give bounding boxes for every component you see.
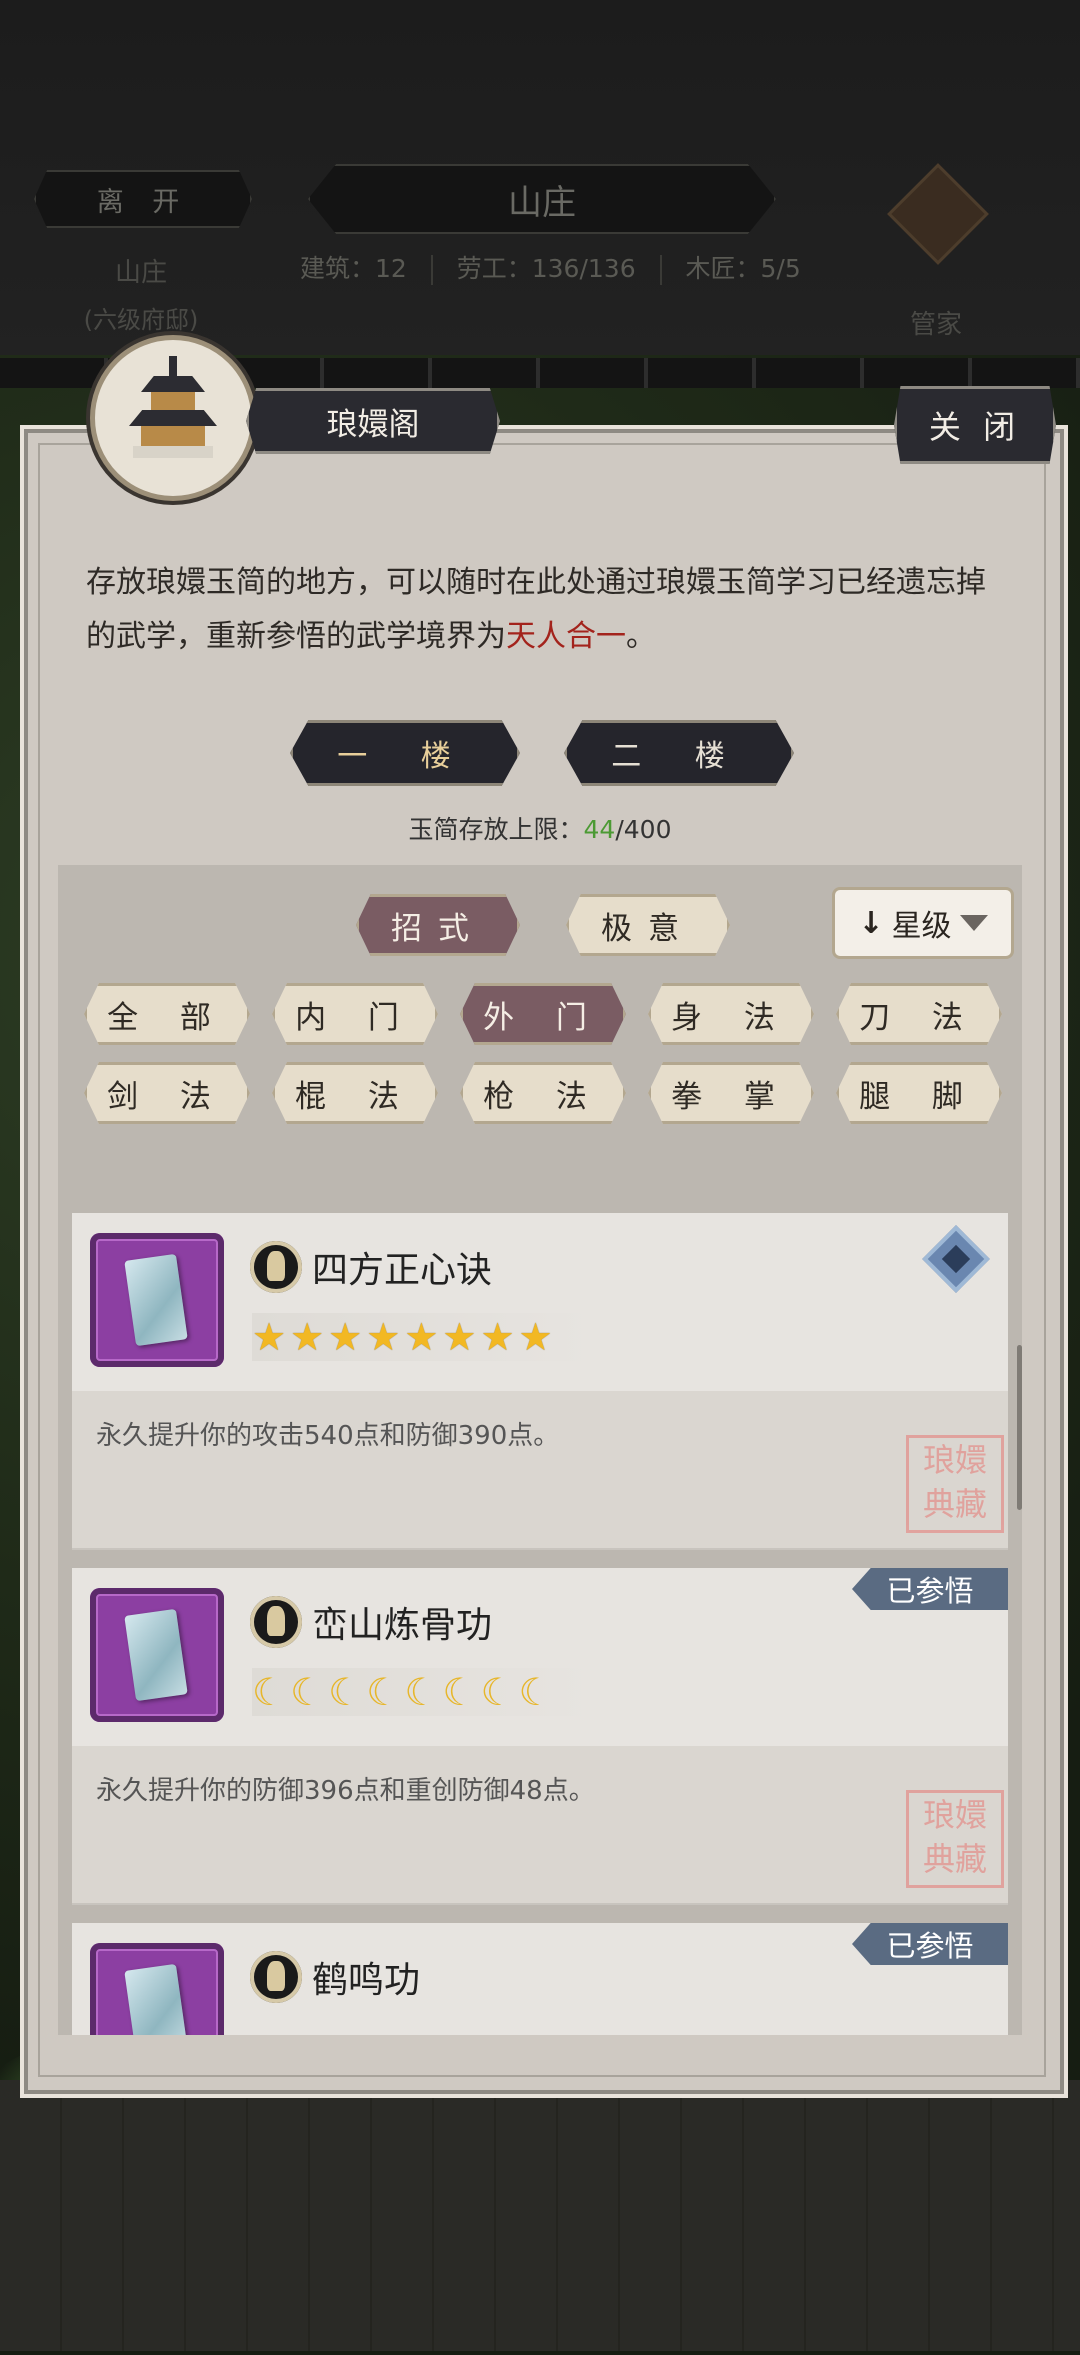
leave-button[interactable]: 离 开: [34, 170, 252, 228]
location-level: (六级府邸): [83, 306, 199, 334]
realm-highlight: 天人合一: [506, 619, 626, 654]
stat-buildings: 建筑：12: [300, 254, 407, 283]
moon-icon: ☾: [404, 1670, 439, 1714]
moon-icon: ☾: [518, 1670, 553, 1714]
collection-seal-icon: 琅嬛 典藏: [906, 1435, 1004, 1533]
category-fist[interactable]: 拳 掌: [648, 1062, 814, 1124]
category-spear[interactable]: 枪 法: [460, 1062, 626, 1124]
comprehended-badge: 已参悟: [852, 1923, 1008, 1965]
star-icon: ★: [404, 1315, 439, 1359]
school-emblem-icon: [250, 1596, 302, 1648]
stat-laborers: 劳工：136/136: [456, 254, 636, 283]
skill-card[interactable]: 四方正心诀 ★ ★ ★ ★ ★ ★ ★ ★ 永久提升你的攻击540点和防御390…: [72, 1213, 1008, 1550]
star-icon: ★: [290, 1315, 325, 1359]
school-emblem-icon: [250, 1241, 302, 1293]
pavilion-description: 存放琅嬛玉简的地方，可以随时在此处通过琅嬛玉简学习已经遗忘掉的武学，重新参悟的武…: [86, 565, 986, 654]
category-blade[interactable]: 刀 法: [836, 983, 1002, 1045]
star-icon: ★: [252, 1315, 287, 1359]
skill-name: 峦山炼骨功: [312, 1605, 493, 1646]
courtyard-floor: [0, 2080, 1080, 2351]
comprehended-badge: 已参悟: [852, 1568, 1008, 1610]
category-all[interactable]: 全 部: [84, 983, 250, 1045]
category-inner[interactable]: 内 门: [272, 983, 438, 1045]
category-sword[interactable]: 剑 法: [84, 1062, 250, 1124]
page-title: 山庄: [308, 164, 776, 234]
chevron-down-icon: [959, 915, 988, 931]
moon-icon: ☾: [290, 1670, 325, 1714]
school-emblem-icon: [250, 1951, 302, 2003]
sort-label: 星级: [891, 909, 952, 944]
tab-ultimate[interactable]: 极意: [566, 894, 730, 956]
moon-icon: ☾: [252, 1670, 287, 1714]
category-leg[interactable]: 腿 脚: [836, 1062, 1002, 1124]
skill-name: 四方正心诀: [312, 1250, 493, 1291]
stat-carpenters: 木匠：5/5: [685, 254, 801, 283]
panel-title: 琅嬛阁: [246, 388, 500, 454]
moon-icon: ☾: [366, 1670, 401, 1714]
close-label: 关 闭: [928, 408, 1022, 446]
estate-stats: 建筑：12 劳工：136/136 木匠：5/5: [300, 252, 801, 286]
pavilion-icon: [90, 335, 256, 501]
stat-divider: [430, 255, 433, 285]
list-scrollbar[interactable]: [1017, 1345, 1022, 1510]
collection-seal-icon: 琅嬛 典藏: [906, 1790, 1004, 1888]
jade-slip-icon: [90, 1588, 224, 1722]
jade-slip-icon: [90, 1233, 224, 1367]
steward-button[interactable]: 管家: [887, 163, 989, 340]
close-button[interactable]: 关 闭: [894, 386, 1056, 464]
star-icon: ★: [518, 1315, 553, 1359]
star-icon: ★: [366, 1315, 401, 1359]
moon-icon: ☾: [480, 1670, 515, 1714]
skill-name: 鹤鸣功: [312, 1960, 421, 2001]
capacity-text: 玉简存放上限：44/400: [408, 815, 672, 844]
tab-moves[interactable]: 招式: [356, 894, 520, 956]
moon-icon: ☾: [328, 1670, 363, 1714]
capacity-current: 44: [583, 815, 616, 844]
jade-slip-icon: [90, 1943, 224, 2035]
stat-divider: [659, 255, 662, 285]
moon-icon: ☾: [442, 1670, 477, 1714]
category-staff[interactable]: 棍 法: [272, 1062, 438, 1124]
star-icon: ★: [328, 1315, 363, 1359]
star-icon: ★: [442, 1315, 477, 1359]
skill-card[interactable]: 峦山炼骨功 ☾ ☾ ☾ ☾ ☾ ☾ ☾ ☾ 已参悟 永久提升你的防御396点和重…: [72, 1568, 1008, 1905]
manual-icon[interactable]: [922, 1225, 990, 1293]
steward-label: 管家: [909, 310, 962, 340]
star-rating: ★ ★ ★ ★ ★ ★ ★ ★: [252, 1313, 593, 1361]
category-movement[interactable]: 身 法: [648, 983, 814, 1045]
skill-description: 永久提升你的攻击540点和防御390点。: [96, 1421, 560, 1451]
arrow-down-icon: ↓: [858, 905, 884, 941]
floor-1-button[interactable]: 一 楼: [290, 720, 520, 786]
abacus-icon: [887, 163, 989, 265]
leave-label: 离 开: [96, 186, 190, 218]
sort-dropdown[interactable]: ↓ 星级: [832, 887, 1014, 959]
category-outer[interactable]: 外 门: [460, 983, 626, 1045]
star-icon: ★: [480, 1315, 515, 1359]
skill-description: 永久提升你的防御396点和重创防御48点。: [96, 1776, 595, 1806]
location-name: 山庄: [114, 258, 167, 288]
floor-2-button[interactable]: 二 楼: [564, 720, 794, 786]
moon-rating: ☾ ☾ ☾ ☾ ☾ ☾ ☾ ☾: [252, 1668, 593, 1716]
skill-card[interactable]: 鹤鸣功 已参悟: [72, 1923, 1008, 2035]
